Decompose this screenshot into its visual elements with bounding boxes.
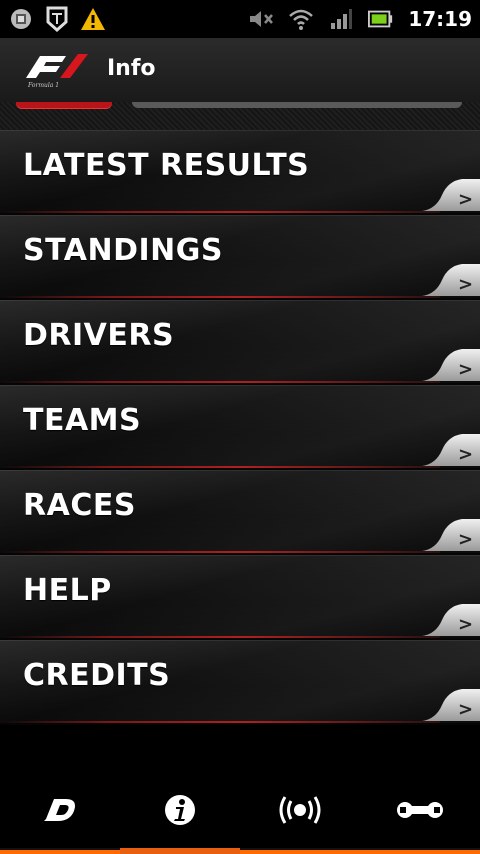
svg-text:Formula 1: Formula 1 xyxy=(27,82,59,89)
tools-icon xyxy=(397,802,443,818)
menu-item-label: RACES xyxy=(23,488,136,523)
status-bar: 17:19 xyxy=(0,0,480,38)
menu-item-label: CREDITS xyxy=(23,658,171,693)
chevron-right-icon: > xyxy=(422,519,480,551)
chevron-right-icon: > xyxy=(422,689,480,721)
menu-item-label: LATEST RESULTS xyxy=(23,148,310,183)
nav-tools[interactable] xyxy=(360,772,480,848)
page-title: Info xyxy=(107,56,156,81)
chevron-right-icon: > xyxy=(422,434,480,466)
nav-info[interactable] xyxy=(120,772,240,848)
live-timing-icon xyxy=(44,799,75,821)
shield-app-icon xyxy=(44,6,70,32)
menu-item-standings[interactable]: STANDINGS > xyxy=(0,215,480,300)
broadcast-icon xyxy=(279,796,321,824)
svg-text:>: > xyxy=(458,444,473,465)
svg-text:>: > xyxy=(458,189,473,210)
svg-text:>: > xyxy=(458,614,473,635)
svg-text:>: > xyxy=(458,359,473,380)
signal-icon xyxy=(328,6,354,32)
decor-red-tab xyxy=(16,102,112,108)
app-header: Formula 1 Info xyxy=(0,38,480,103)
battery-icon xyxy=(368,6,394,32)
wifi-icon xyxy=(288,6,314,32)
menu-item-drivers[interactable]: DRIVERS > xyxy=(0,300,480,385)
menu-item-races[interactable]: RACES > xyxy=(0,470,480,555)
settings-chip-icon xyxy=(8,6,34,32)
menu-item-label: TEAMS xyxy=(23,403,142,438)
info-icon xyxy=(165,795,195,825)
menu-item-latest-results[interactable]: LATEST RESULTS > xyxy=(0,130,480,215)
nav-broadcast[interactable] xyxy=(240,772,360,848)
f1-logo: Formula 1 xyxy=(22,50,92,90)
menu-item-label: HELP xyxy=(23,573,112,608)
svg-text:>: > xyxy=(458,274,473,295)
nav-active-indicator xyxy=(0,848,480,854)
info-menu: LATEST RESULTS > STANDINGS > DRIVERS > T… xyxy=(0,130,480,725)
menu-item-teams[interactable]: TEAMS > xyxy=(0,385,480,470)
mute-icon xyxy=(248,6,274,32)
chevron-right-icon: > xyxy=(422,349,480,381)
svg-text:>: > xyxy=(458,699,473,720)
chevron-right-icon: > xyxy=(422,264,480,296)
chevron-right-icon: > xyxy=(422,179,480,211)
status-clock: 17:19 xyxy=(408,7,472,31)
decor-gray-tab xyxy=(132,102,462,108)
header-decor-strip xyxy=(0,102,480,130)
nav-live-timing[interactable] xyxy=(0,772,120,848)
chevron-right-icon: > xyxy=(422,604,480,636)
menu-item-label: DRIVERS xyxy=(23,318,175,353)
warning-icon xyxy=(80,6,106,32)
menu-item-credits[interactable]: CREDITS > xyxy=(0,640,480,725)
svg-text:>: > xyxy=(458,529,473,550)
bottom-nav xyxy=(0,772,480,854)
menu-item-help[interactable]: HELP > xyxy=(0,555,480,640)
menu-item-label: STANDINGS xyxy=(23,233,223,268)
